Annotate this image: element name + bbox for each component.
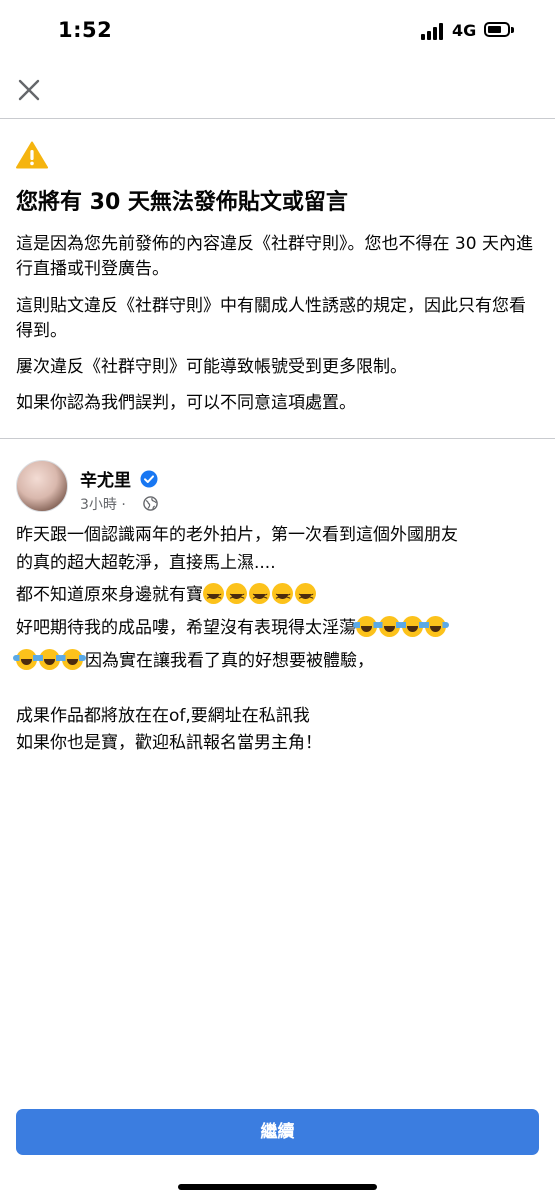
post-time[interactable]: 3小時 [80,497,117,513]
face-with-tears-of-joy-emoji [353,616,380,637]
continue-button[interactable]: 繼續 [16,1109,539,1155]
post-text-line: 因為實在讓我看了真的好想要被體驗， [13,648,541,674]
post-text-segment: 因為實在讓我看了真的好想要被體驗， [85,651,374,671]
close-button[interactable] [12,73,46,107]
face-with-tears-of-joy-emoji [13,649,40,670]
face-with-tears-of-joy-emoji [376,616,403,637]
disagree-note: 如果你認為我們誤判，可以不同意這項處置。 [16,393,356,413]
globe-icon[interactable] [143,496,158,511]
network-type-label: 4G [452,21,477,40]
battery-tip [511,27,514,33]
status-time: 1:52 [58,18,113,42]
face-with-tears-of-joy-emoji [59,649,86,670]
repeat-violation-note: 屢次違反《社群守則》可能導致帳號受到更多限制。 [16,357,407,377]
grinning-squinting-face-emoji [295,583,316,610]
post-author-name[interactable]: 辛尤里 [80,466,131,491]
close-icon [18,79,40,101]
face-with-tears-of-joy-emoji [36,649,63,670]
post-text-line: 昨天跟一個認識兩年的老外拍片，第一次看到這個外國朋友 [16,525,458,545]
grinning-squinting-face-emoji [203,583,224,610]
verified-badge-icon [140,470,158,488]
status-bar: 1:52 4G [0,0,555,64]
warning-triangle-icon [16,141,48,169]
grinning-squinting-face-emoji [272,583,293,610]
post-text-line: 都不知道原來身邊就有寶 [16,582,541,610]
header-divider [0,118,555,119]
home-indicator[interactable] [178,1184,377,1190]
post-text-segment: 好吧期待我的成品嘍，希望沒有表現得太淫蕩 [16,618,356,638]
post-text-line: 的真的超大超乾淨，直接馬上濕.... [16,553,276,573]
restriction-title: 您將有 30 天無法發佈貼文或留言 [16,190,348,215]
cellular-signal-icon [421,22,447,40]
post-text-line: 如果你也是寶，歡迎私訊報名當男主角！ [16,733,322,753]
post-meta: 3小時 · [80,494,126,514]
avatar[interactable] [16,460,68,512]
post-text-line: 好吧期待我的成品嘍，希望沒有表現得太淫蕩 [16,615,541,641]
restriction-reason: 這是因為您先前發佈的內容違反《社群守則》。您也不得在 30 天內進行直播或刊登廣… [16,234,533,279]
grinning-squinting-face-emoji [226,583,247,610]
violation-detail: 這則貼文違反《社群守則》中有關成人性誘惑的規定，因此只有您看得到。 [16,296,526,341]
battery-icon [484,22,510,37]
grinning-squinting-face-emoji [249,583,270,610]
section-divider [0,438,555,439]
meta-separator: · [121,497,126,513]
post-text-line: 成果作品都將放在在of,要網址在私訊我 [16,706,310,726]
face-with-tears-of-joy-emoji [399,616,426,637]
post-text-segment: 都不知道原來身邊就有寶 [16,585,203,605]
face-with-tears-of-joy-emoji [422,616,449,637]
